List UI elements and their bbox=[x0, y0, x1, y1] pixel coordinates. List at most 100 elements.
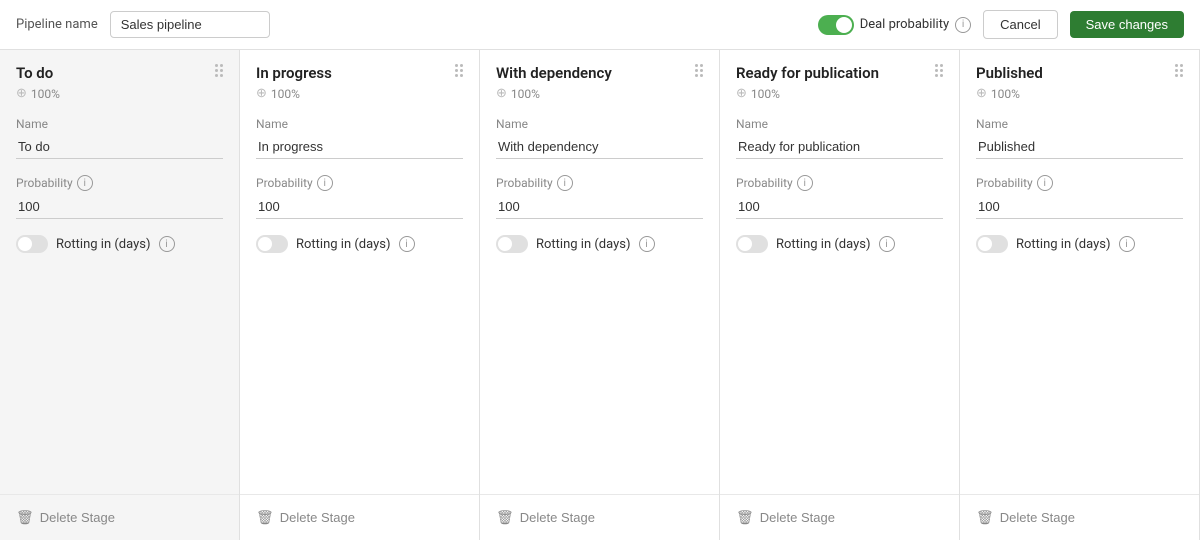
rotting-info-icon-published[interactable]: i bbox=[1119, 236, 1135, 252]
rotting-info-icon-to-do[interactable]: i bbox=[159, 236, 175, 252]
rotting-label-to-do: Rotting in (days) bbox=[56, 237, 151, 252]
rotting-toggle-ready-for-publication[interactable] bbox=[736, 235, 768, 253]
name-field-group-ready-for-publication: Name bbox=[736, 117, 943, 159]
stage-col-published: Published ⊕ 100% Name bbox=[960, 50, 1200, 540]
stage-percent-value-with-dependency: 100% bbox=[511, 87, 540, 101]
probability-input-published[interactable] bbox=[976, 195, 1183, 219]
name-input-published[interactable] bbox=[976, 135, 1183, 159]
stage-col-in-progress: In progress ⊕ 100% Name bbox=[240, 50, 480, 540]
trash-icon-to-do: 🗑 bbox=[16, 509, 34, 526]
delete-stage-label-with-dependency: Delete Stage bbox=[520, 510, 595, 525]
rotting-row-published: Rotting in (days) i bbox=[976, 235, 1183, 253]
probability-field-group-in-progress: Probability i bbox=[256, 175, 463, 219]
probability-info-icon-in-progress[interactable]: i bbox=[317, 175, 333, 191]
probability-info-icon-ready-for-publication[interactable]: i bbox=[797, 175, 813, 191]
delete-stage-button-ready-for-publication[interactable]: 🗑 Delete Stage bbox=[736, 509, 835, 526]
pipeline-name-input[interactable] bbox=[110, 11, 270, 38]
stage-footer-ready-for-publication: 🗑 Delete Stage bbox=[720, 494, 959, 540]
rotting-info-icon-ready-for-publication[interactable]: i bbox=[879, 236, 895, 252]
percent-icon-published: ⊕ bbox=[976, 86, 987, 101]
probability-field-group-with-dependency: Probability i bbox=[496, 175, 703, 219]
stage-body-to-do: Name Probability i Rotting in (days) i bbox=[0, 109, 239, 494]
deal-probability-info-icon[interactable]: i bbox=[955, 17, 971, 33]
stage-header-to-do: To do ⊕ 100% bbox=[0, 50, 239, 109]
probability-field-group-published: Probability i bbox=[976, 175, 1183, 219]
trash-icon-with-dependency: 🗑 bbox=[496, 509, 514, 526]
probability-info-icon-published[interactable]: i bbox=[1037, 175, 1053, 191]
name-input-in-progress[interactable] bbox=[256, 135, 463, 159]
name-input-to-do[interactable] bbox=[16, 135, 223, 159]
rotting-toggle-in-progress[interactable] bbox=[256, 235, 288, 253]
save-button[interactable]: Save changes bbox=[1070, 11, 1184, 38]
rotting-info-icon-with-dependency[interactable]: i bbox=[639, 236, 655, 252]
probability-input-to-do[interactable] bbox=[16, 195, 223, 219]
stage-footer-published: 🗑 Delete Stage bbox=[960, 494, 1199, 540]
name-input-with-dependency[interactable] bbox=[496, 135, 703, 159]
rotting-toggle-published[interactable] bbox=[976, 235, 1008, 253]
probability-input-in-progress[interactable] bbox=[256, 195, 463, 219]
name-label-in-progress: Name bbox=[256, 117, 463, 131]
drag-handle-ready-for-publication[interactable] bbox=[935, 64, 943, 77]
stage-title-group-to-do: To do ⊕ 100% bbox=[16, 64, 60, 101]
percent-icon-ready-for-publication: ⊕ bbox=[736, 86, 747, 101]
stage-footer-to-do: 🗑 Delete Stage bbox=[0, 494, 239, 540]
delete-stage-label-in-progress: Delete Stage bbox=[280, 510, 355, 525]
stage-body-in-progress: Name Probability i Rotting in (days) i bbox=[240, 109, 479, 494]
header-right: Deal probability i Cancel Save changes bbox=[818, 10, 1184, 39]
stage-title-with-dependency: With dependency bbox=[496, 64, 612, 82]
stage-percent-value-to-do: 100% bbox=[31, 87, 60, 101]
rotting-row-in-progress: Rotting in (days) i bbox=[256, 235, 463, 253]
stage-body-ready-for-publication: Name Probability i Rotting in (days) i bbox=[720, 109, 959, 494]
probability-label-published: Probability bbox=[976, 176, 1033, 190]
stage-body-published: Name Probability i Rotting in (days) i bbox=[960, 109, 1199, 494]
stage-title-ready-for-publication: Ready for publication bbox=[736, 64, 879, 82]
stage-percent-value-in-progress: 100% bbox=[271, 87, 300, 101]
stage-title-group-with-dependency: With dependency ⊕ 100% bbox=[496, 64, 612, 101]
stage-header-ready-for-publication: Ready for publication ⊕ 100% bbox=[720, 50, 959, 109]
trash-icon-ready-for-publication: 🗑 bbox=[736, 509, 754, 526]
stage-title-in-progress: In progress bbox=[256, 64, 332, 82]
rotting-label-with-dependency: Rotting in (days) bbox=[536, 237, 631, 252]
name-input-ready-for-publication[interactable] bbox=[736, 135, 943, 159]
deal-probability-group: Deal probability i bbox=[818, 15, 971, 35]
trash-icon-published: 🗑 bbox=[976, 509, 994, 526]
rotting-info-icon-in-progress[interactable]: i bbox=[399, 236, 415, 252]
probability-label-ready-for-publication: Probability bbox=[736, 176, 793, 190]
cancel-button[interactable]: Cancel bbox=[983, 10, 1057, 39]
name-field-group-to-do: Name bbox=[16, 117, 223, 159]
probability-label-in-progress: Probability bbox=[256, 176, 313, 190]
percent-icon-with-dependency: ⊕ bbox=[496, 86, 507, 101]
delete-stage-button-published[interactable]: 🗑 Delete Stage bbox=[976, 509, 1075, 526]
drag-handle-with-dependency[interactable] bbox=[695, 64, 703, 77]
stage-footer-in-progress: 🗑 Delete Stage bbox=[240, 494, 479, 540]
probability-input-ready-for-publication[interactable] bbox=[736, 195, 943, 219]
delete-stage-button-in-progress[interactable]: 🗑 Delete Stage bbox=[256, 509, 355, 526]
deal-probability-toggle[interactable] bbox=[818, 15, 854, 35]
name-label-published: Name bbox=[976, 117, 1183, 131]
rotting-label-ready-for-publication: Rotting in (days) bbox=[776, 237, 871, 252]
stage-title-to-do: To do bbox=[16, 64, 60, 82]
stage-percent-value-published: 100% bbox=[991, 87, 1020, 101]
stage-percent-value-ready-for-publication: 100% bbox=[751, 87, 780, 101]
delete-stage-button-to-do[interactable]: 🗑 Delete Stage bbox=[16, 509, 115, 526]
name-field-group-with-dependency: Name bbox=[496, 117, 703, 159]
stage-footer-with-dependency: 🗑 Delete Stage bbox=[480, 494, 719, 540]
delete-stage-button-with-dependency[interactable]: 🗑 Delete Stage bbox=[496, 509, 595, 526]
stage-col-ready-for-publication: Ready for publication ⊕ 100% Name bbox=[720, 50, 960, 540]
probability-info-icon-with-dependency[interactable]: i bbox=[557, 175, 573, 191]
stage-title-group-published: Published ⊕ 100% bbox=[976, 64, 1043, 101]
rotting-toggle-to-do[interactable] bbox=[16, 235, 48, 253]
name-label-ready-for-publication: Name bbox=[736, 117, 943, 131]
stage-percent-ready-for-publication: ⊕ 100% bbox=[736, 86, 879, 101]
probability-field-group-ready-for-publication: Probability i bbox=[736, 175, 943, 219]
drag-handle-to-do[interactable] bbox=[215, 64, 223, 77]
drag-handle-in-progress[interactable] bbox=[455, 64, 463, 77]
probability-info-icon-to-do[interactable]: i bbox=[77, 175, 93, 191]
rotting-row-ready-for-publication: Rotting in (days) i bbox=[736, 235, 943, 253]
percent-icon-in-progress: ⊕ bbox=[256, 86, 267, 101]
probability-input-with-dependency[interactable] bbox=[496, 195, 703, 219]
percent-icon-to-do: ⊕ bbox=[16, 86, 27, 101]
rotting-toggle-with-dependency[interactable] bbox=[496, 235, 528, 253]
drag-handle-published[interactable] bbox=[1175, 64, 1183, 77]
stage-header-with-dependency: With dependency ⊕ 100% bbox=[480, 50, 719, 109]
